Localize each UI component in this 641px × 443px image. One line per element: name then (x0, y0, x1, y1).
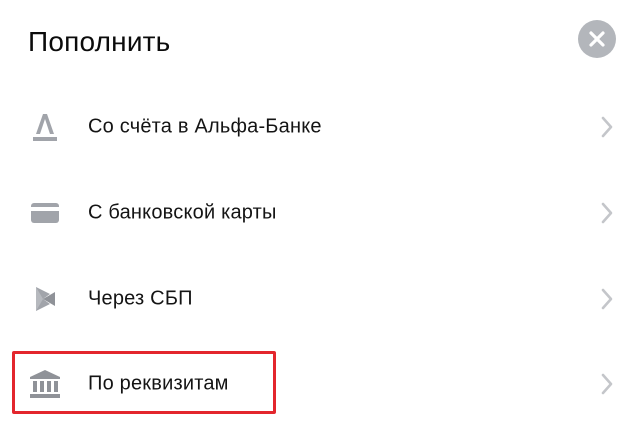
chevron-right-icon (601, 288, 613, 310)
menu-item-alfa-account[interactable]: Со счёта в Альфа-Банке (0, 84, 641, 170)
menu-item-requisites[interactable]: По реквизитам (0, 341, 641, 427)
close-icon (589, 31, 605, 47)
close-button[interactable] (578, 20, 616, 58)
bank-building-icon (28, 367, 62, 401)
menu-item-label: По реквизитам (88, 372, 229, 395)
chevron-right-icon (601, 116, 613, 138)
alfa-bank-logo-icon (28, 110, 62, 144)
chevron-right-icon (601, 202, 613, 224)
sbp-icon (28, 282, 62, 316)
menu-item-bank-card[interactable]: С банковской карты (0, 170, 641, 256)
chevron-right-icon (601, 373, 613, 395)
bank-card-icon (28, 196, 62, 230)
menu-item-label: С банковской карты (88, 201, 277, 224)
top-up-sheet: Пополнить Со счёта в Альфа-Банке С банко… (0, 0, 641, 443)
page-title: Пополнить (28, 26, 171, 57)
menu-item-label: Через СБП (88, 287, 193, 310)
menu-item-label: Со счёта в Альфа-Банке (88, 115, 322, 138)
menu-item-sbp[interactable]: Через СБП (0, 256, 641, 342)
